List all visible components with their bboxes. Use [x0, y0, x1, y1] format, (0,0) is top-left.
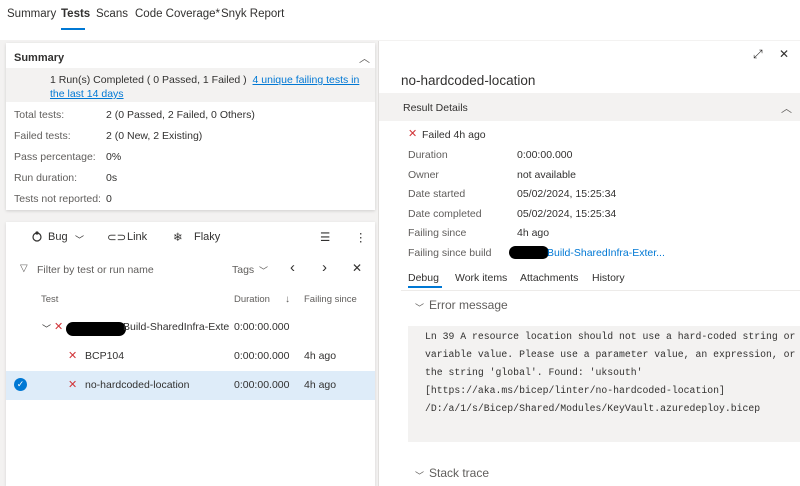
expand-icon[interactable]: ⤢	[753, 47, 763, 62]
tab-code-coverage[interactable]: Code Coverage*	[135, 8, 220, 20]
link-button[interactable]: Link	[127, 231, 147, 243]
divider	[401, 290, 800, 291]
collapse-result-details-icon[interactable]: ︿	[781, 100, 792, 116]
tags-chevron-icon[interactable]: ﹀	[259, 264, 268, 277]
previous-icon[interactable]: ‹	[290, 259, 295, 276]
filter-input[interactable]: Filter by test or run name	[37, 264, 154, 276]
more-options-icon[interactable]: ⋮	[355, 230, 367, 244]
link-icon: ⊂⊃	[107, 232, 127, 244]
run-status-text: 1 Run(s) Completed ( 0 Passed, 1 Failed …	[50, 74, 247, 86]
error-message-box: Ln 39 A resource location should not use…	[408, 326, 800, 442]
tab-scans[interactable]: Scans	[96, 8, 128, 20]
bug-button[interactable]: Bug	[48, 231, 68, 243]
top-tab-bar: Summary Tests Scans Code Coverage* Snyk …	[0, 0, 800, 40]
failed-x-icon: ✕	[408, 128, 418, 140]
subtab-debug[interactable]: Debug	[408, 272, 439, 284]
run-duration-value: 0s	[106, 172, 118, 184]
duration-value: 0:00:00.000	[517, 149, 573, 161]
pass-percentage-value: 0%	[106, 151, 122, 163]
error-message-chevron-icon[interactable]: ﹀	[415, 301, 424, 314]
redacted-block	[66, 322, 126, 336]
error-line: /D:/a/1/s/Bicep/Shared/Modules/KeyVault.…	[425, 403, 761, 414]
snowflake-icon: ❄	[173, 232, 183, 244]
close-filter-icon[interactable]: ✕	[352, 261, 362, 275]
column-header-duration[interactable]: Duration	[234, 294, 270, 305]
tests-not-reported-label: Tests not reported:	[14, 193, 101, 205]
error-line: variable value. Please use a parameter v…	[425, 349, 796, 360]
error-message-heading[interactable]: Error message	[429, 298, 508, 312]
chevron-down-icon[interactable]: ﹀	[75, 233, 84, 246]
error-line: the string 'global'. Found: 'uksouth'	[425, 367, 643, 378]
run-name: Build-SharedInfra-Exte	[123, 321, 230, 333]
next-icon[interactable]: ›	[322, 259, 327, 276]
failing-since-value: 4h ago	[517, 227, 550, 239]
test-failing-since: 4h ago	[304, 350, 337, 362]
summary-title: Summary	[14, 52, 65, 64]
failed-x-icon: ✕	[68, 379, 78, 391]
redacted-block	[509, 246, 549, 259]
tab-tests[interactable]: Tests	[61, 8, 90, 20]
filter-icon: ▽	[20, 263, 28, 274]
table-row-bcp104[interactable]: ✕ BCP104 0:00:00.000 4h ago	[6, 342, 375, 371]
failed-x-icon: ✕	[54, 321, 64, 333]
filter-lines-icon[interactable]: ☰	[320, 230, 330, 244]
date-started-label: Date started	[408, 188, 466, 200]
duration-label: Duration	[408, 149, 448, 161]
tab-snyk-report[interactable]: Snyk Report	[221, 8, 284, 20]
run-duration: 0:00:00.000	[234, 321, 290, 333]
date-started-value: 05/02/2024, 15:25:34	[517, 188, 617, 200]
active-tab-indicator	[61, 28, 85, 30]
test-results-panel: Bug ﹀ ⊂⊃ Link ❄ Flaky ☰ ⋮ ▽ Filter by te…	[6, 222, 375, 486]
bug-icon	[31, 230, 43, 245]
close-icon[interactable]: ✕	[779, 47, 789, 61]
stack-trace-chevron-icon[interactable]: ﹀	[415, 469, 424, 482]
error-line: Ln 39 A resource location should not use…	[425, 331, 796, 342]
selected-check-icon[interactable]: ✓	[14, 378, 27, 391]
tab-summary[interactable]: Summary	[7, 8, 56, 20]
failed-x-icon: ✕	[68, 350, 78, 362]
failing-since-build-link[interactable]: Build-SharedInfra-Exter...	[547, 247, 665, 259]
total-tests-label: Total tests:	[14, 109, 65, 121]
test-name: BCP104	[85, 350, 125, 362]
test-duration: 0:00:00.000	[234, 379, 290, 391]
tests-not-reported-value: 0	[106, 193, 112, 205]
sort-arrow-icon: ↓	[285, 294, 290, 305]
test-name: no-hardcoded-location	[85, 379, 190, 391]
active-subtab-indicator	[408, 286, 442, 288]
test-detail-pane: ⤢ ✕ no-hardcoded-location Result Details…	[378, 41, 800, 486]
test-failing-since: 4h ago	[304, 379, 337, 391]
run-duration-label: Run duration:	[14, 172, 78, 184]
tags-dropdown[interactable]: Tags	[232, 264, 254, 276]
pass-percentage-label: Pass percentage:	[14, 151, 96, 163]
summary-banner: 1 Run(s) Completed ( 0 Passed, 1 Failed …	[6, 68, 375, 102]
test-duration: 0:00:00.000	[234, 350, 290, 362]
failing-since-build-label: Failing since build	[408, 247, 492, 259]
total-tests-value: 2 (0 Passed, 2 Failed, 0 Others)	[106, 109, 255, 121]
failed-tests-value: 2 (0 New, 2 Existing)	[106, 130, 203, 142]
table-row-run[interactable]: ﹀ ✕ Build-SharedInfra-Exte 0:00:00.000	[6, 313, 375, 342]
subtab-history[interactable]: History	[592, 272, 625, 284]
subtab-work-items[interactable]: Work items	[455, 272, 507, 284]
failed-tests-label: Failed tests:	[14, 130, 71, 142]
failing-since-label: Failing since	[408, 227, 467, 239]
date-completed-value: 05/02/2024, 15:25:34	[517, 208, 617, 220]
error-line: [https://aka.ms/bicep/linter/no-hardcode…	[425, 385, 725, 396]
owner-label: Owner	[408, 169, 439, 181]
table-row-no-hardcoded-location[interactable]: ✓ ✕ no-hardcoded-location 0:00:00.000 4h…	[6, 371, 375, 400]
flaky-button[interactable]: Flaky	[194, 231, 220, 243]
expand-chevron-icon[interactable]: ﹀	[42, 322, 51, 335]
summary-card: Summary ︿ 1 Run(s) Completed ( 0 Passed,…	[6, 43, 375, 210]
result-details-label: Result Details	[403, 102, 468, 114]
owner-value: not available	[517, 169, 576, 181]
column-header-failing-since[interactable]: Failing since	[304, 294, 357, 305]
stack-trace-heading[interactable]: Stack trace	[429, 466, 489, 480]
subtab-attachments[interactable]: Attachments	[520, 272, 578, 284]
column-header-test[interactable]: Test	[41, 294, 58, 305]
result-details-header[interactable]: Result Details ︿	[379, 93, 800, 121]
collapse-summary-icon[interactable]: ︿	[359, 50, 370, 66]
detail-title: no-hardcoded-location	[401, 73, 536, 88]
date-completed-label: Date completed	[408, 208, 482, 220]
status-text: Failed 4h ago	[422, 129, 486, 141]
